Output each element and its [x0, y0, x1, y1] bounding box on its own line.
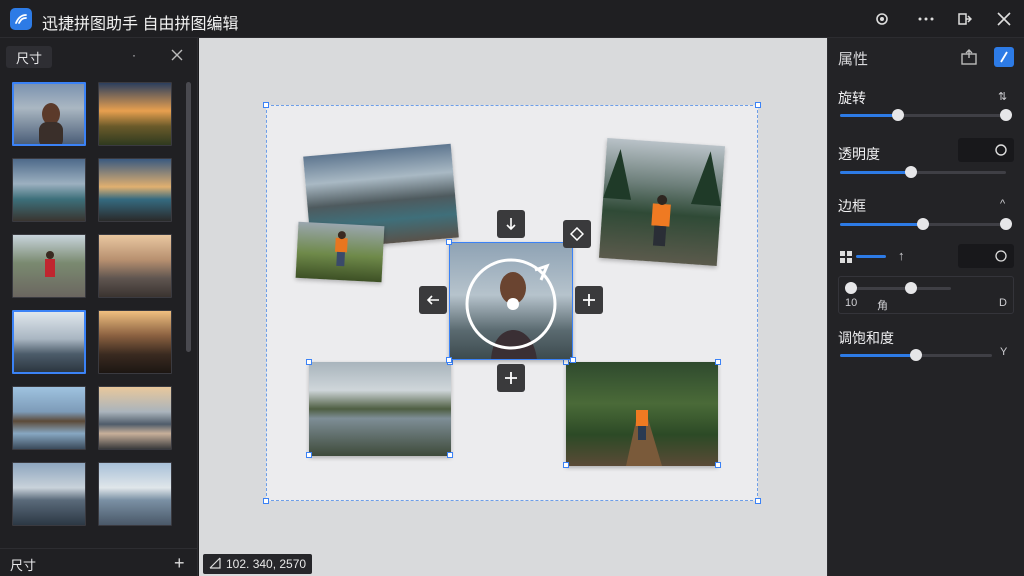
move-down-button[interactable] — [497, 210, 525, 238]
share-icon[interactable] — [960, 48, 978, 66]
crop-button[interactable] — [563, 220, 591, 248]
properties-title: 属性 — [838, 51, 869, 68]
refresh-icon — [995, 250, 1007, 262]
resize-handle[interactable] — [755, 102, 761, 108]
resize-handle[interactable] — [263, 498, 269, 504]
arrow-up-icon[interactable]: ↑ — [898, 248, 905, 263]
edit-mode-icon[interactable] — [994, 47, 1014, 67]
move-left-button[interactable] — [419, 286, 447, 314]
footer-size-label: 尺寸 — [10, 558, 37, 573]
add-below-button[interactable] — [497, 364, 525, 392]
coordinate-readout: 102. 340, 2570 — [203, 554, 313, 574]
resize-handle[interactable] — [447, 452, 453, 458]
range-low-knob[interactable] — [845, 282, 857, 294]
border-slider-max-knob[interactable] — [1000, 218, 1012, 230]
properties-panel: 属性 旋转 ⇅ 透明度 边框 ^ ↑ 10 角 D 调饱和度 Y — [827, 38, 1024, 576]
range-right-label: D — [999, 297, 1007, 309]
thumbnail[interactable] — [98, 386, 172, 450]
thumbnail[interactable] — [98, 82, 172, 146]
circle-icon — [995, 144, 1007, 156]
thumbnail[interactable] — [98, 462, 172, 526]
app-logo-icon — [10, 8, 32, 30]
grid-icon[interactable] — [840, 250, 852, 268]
opacity-slider[interactable] — [840, 166, 1006, 178]
image-library-panel: 尺寸 · 尺寸 + — [0, 38, 198, 576]
resize-handle[interactable] — [446, 239, 452, 245]
border-slider-fill — [840, 223, 923, 226]
refresh-field[interactable] — [958, 244, 1014, 268]
border-label: 边框 — [838, 198, 866, 214]
thumbnail[interactable] — [12, 462, 86, 526]
close-panel-icon[interactable] — [170, 48, 186, 64]
add-image-button[interactable]: + — [174, 553, 185, 574]
size-tab[interactable]: 尺寸 — [6, 46, 52, 68]
selection-frame — [449, 242, 573, 360]
thumbnail[interactable] — [12, 310, 86, 374]
opacity-field[interactable] — [958, 138, 1014, 162]
thumbnail[interactable] — [98, 310, 172, 374]
collage-photo[interactable] — [295, 221, 385, 283]
saturation-slider[interactable] — [840, 349, 992, 361]
rotate-slider-knob[interactable] — [892, 109, 904, 121]
thumbnail[interactable] — [12, 234, 86, 298]
resize-handle[interactable] — [446, 357, 452, 363]
canvas-area: 102. 340, 2570 — [199, 38, 827, 576]
resize-handle[interactable] — [306, 452, 312, 458]
border-slider-knob[interactable] — [917, 218, 929, 230]
app-title: 迅捷拼图助手 自由拼图编辑 — [42, 16, 239, 33]
collage-photo[interactable] — [309, 362, 451, 456]
range-box: 10 角 D — [838, 276, 1014, 314]
resize-handle[interactable] — [306, 359, 312, 365]
swap-icon[interactable]: ⇅ — [998, 90, 1007, 103]
range-left-label: 10 — [845, 297, 858, 309]
add-right-button[interactable] — [575, 286, 603, 314]
thumbnail-grid — [12, 82, 176, 542]
collage-board[interactable] — [263, 102, 761, 504]
resize-handle[interactable] — [755, 498, 761, 504]
range-mid-label: 角 — [877, 300, 888, 312]
rotate-slider[interactable] — [840, 109, 1012, 121]
ruler-icon — [209, 557, 221, 572]
thumbnail[interactable] — [98, 234, 172, 298]
chevron-up-icon[interactable]: ^ — [1000, 198, 1005, 210]
rotate-slider-max-knob[interactable] — [1000, 109, 1012, 121]
resize-handle[interactable] — [715, 462, 721, 468]
rotate-slider-fill — [840, 114, 898, 117]
resize-handle[interactable] — [263, 102, 269, 108]
thumbnail[interactable] — [12, 158, 86, 222]
sort-menu[interactable]: · — [132, 48, 136, 62]
more-icon[interactable] — [916, 9, 936, 29]
left-panel-footer: 尺寸 + — [0, 548, 198, 576]
saturation-label: 调饱和度 — [838, 330, 894, 346]
mini-slider[interactable] — [856, 255, 886, 258]
y-icon[interactable]: Y — [1000, 346, 1007, 358]
thumbnail[interactable] — [12, 386, 86, 450]
resize-handle[interactable] — [715, 359, 721, 365]
opacity-slider-fill — [840, 171, 911, 174]
saturation-slider-knob[interactable] — [910, 349, 922, 361]
thumbnail-scrollbar[interactable] — [186, 82, 191, 352]
coordinate-text: 102. 340, 2570 — [226, 557, 307, 571]
thumbnail[interactable] — [12, 82, 86, 146]
range-high-knob[interactable] — [905, 282, 917, 294]
close-icon[interactable] — [994, 9, 1014, 29]
title-bar: 迅捷拼图助手 自由拼图编辑 — [0, 0, 1024, 38]
opacity-slider-knob[interactable] — [905, 166, 917, 178]
saturation-slider-fill — [840, 354, 916, 357]
resize-handle[interactable] — [570, 357, 576, 363]
resize-handle[interactable] — [563, 462, 569, 468]
thumbnail[interactable] — [98, 158, 172, 222]
settings-icon[interactable] — [872, 9, 892, 29]
collage-photo[interactable] — [566, 362, 718, 466]
export-icon[interactable] — [954, 9, 974, 29]
opacity-label: 透明度 — [838, 146, 880, 162]
border-slider[interactable] — [840, 218, 1012, 230]
collage-photo[interactable] — [598, 138, 726, 266]
range-slider[interactable] — [845, 282, 951, 294]
rotate-label: 旋转 — [838, 90, 866, 106]
